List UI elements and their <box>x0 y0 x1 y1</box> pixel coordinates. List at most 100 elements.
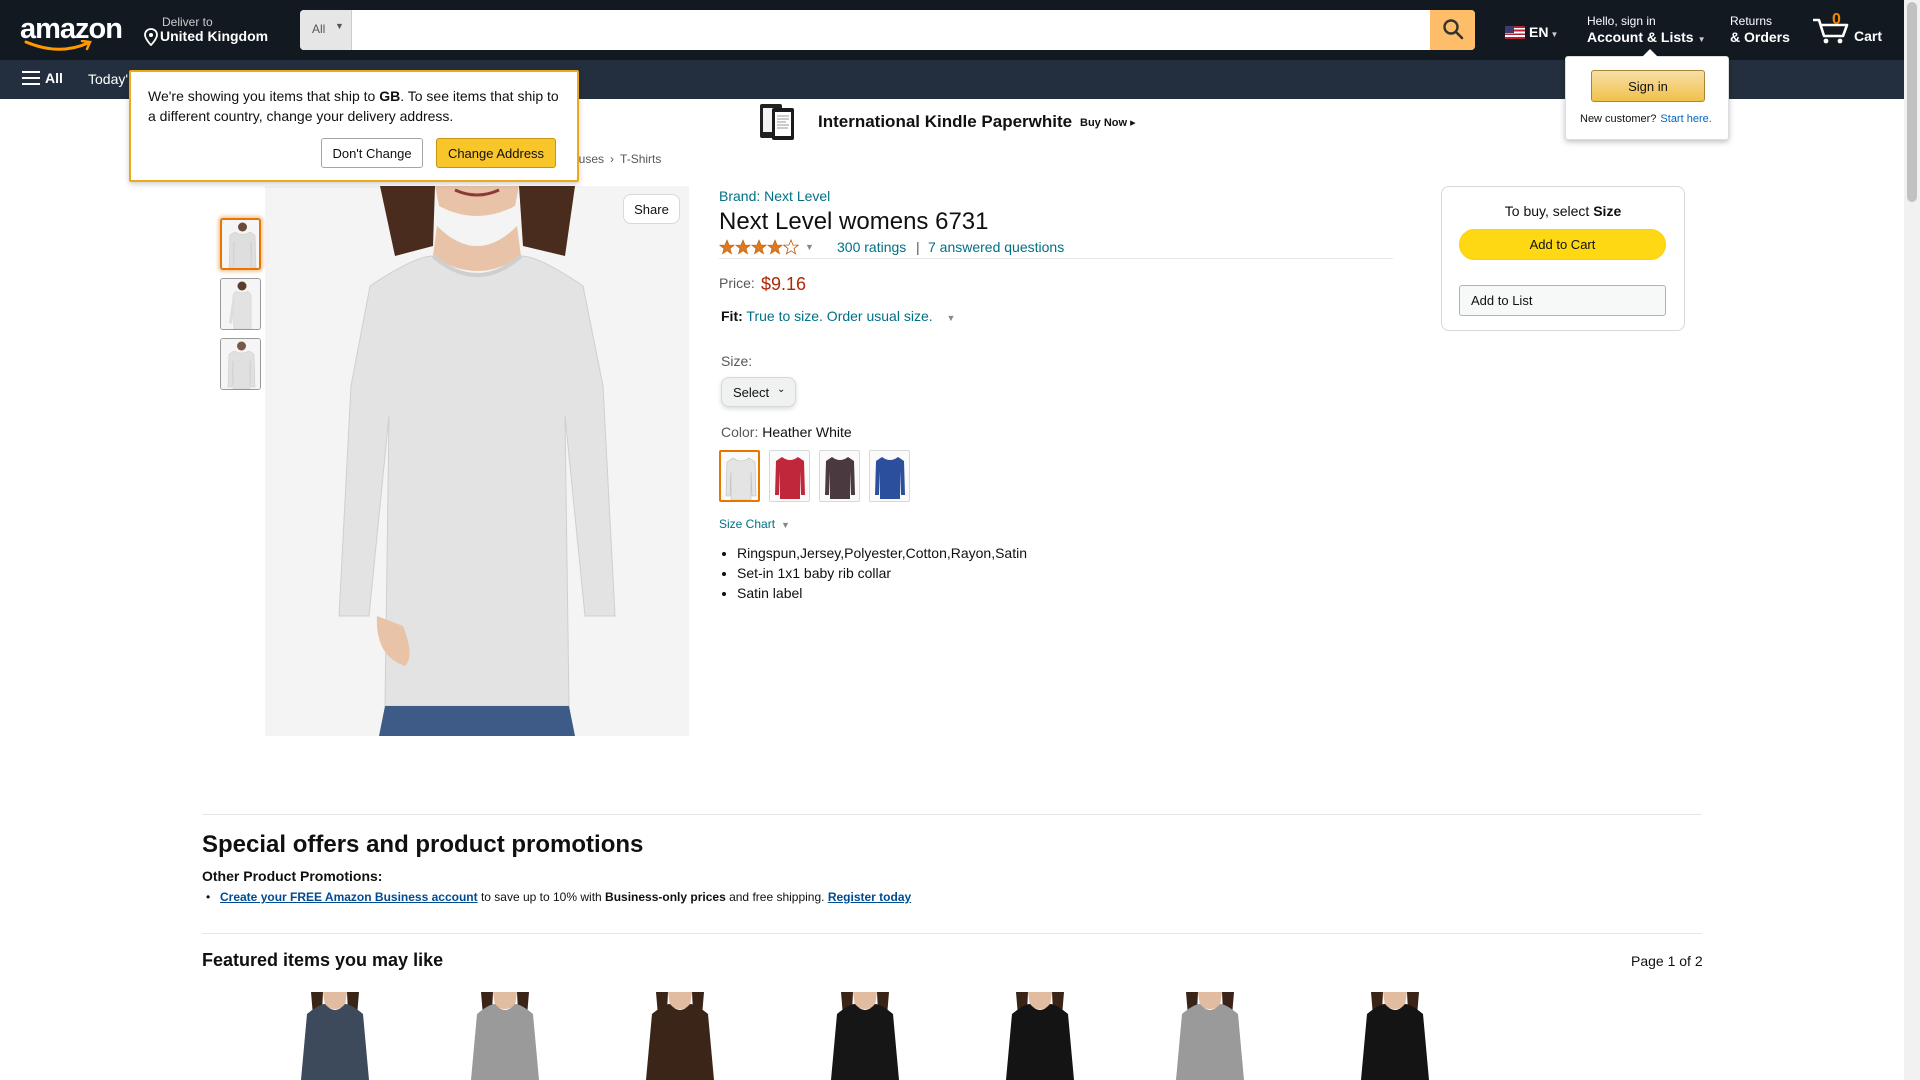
shirt-image <box>831 992 899 1080</box>
buybox-header-prefix: To buy, select <box>1504 203 1594 219</box>
shirt-image <box>301 992 369 1080</box>
ratings-count-link[interactable]: 300 ratings <box>837 239 906 255</box>
new-customer-label: New customer? <box>1580 113 1657 125</box>
register-today-link[interactable]: Register today <box>828 890 911 904</box>
buybox-header-bold: Size <box>1593 203 1622 219</box>
breadcrumb-item-tshirts[interactable]: T-Shirts <box>620 152 661 166</box>
shirt-image <box>870 451 909 501</box>
product-thumbnail[interactable] <box>220 338 261 390</box>
location-pin-icon <box>144 28 158 46</box>
search-category-dropdown[interactable]: All ▼ <box>300 10 352 50</box>
deliver-small-label: Deliver to <box>162 15 213 29</box>
size-chart-label: Size Chart <box>719 517 776 531</box>
search-button[interactable] <box>1430 10 1475 50</box>
deliver-country: United Kingdom <box>160 28 269 44</box>
dont-change-button[interactable]: Don't Change <box>321 138 423 168</box>
star-rating-icon[interactable] <box>719 239 799 255</box>
account-greeting: Hello, sign in <box>1587 14 1656 28</box>
bullet-icon: • <box>206 890 211 904</box>
kindle-banner-title: International Kindle Paperwhite <box>818 112 1073 131</box>
share-button[interactable]: Share <box>623 194 680 224</box>
kindle-buy-now[interactable]: Buy Now ▸ <box>1080 116 1136 129</box>
featured-item[interactable] <box>630 992 730 1080</box>
product-thumbnail[interactable] <box>220 218 261 270</box>
orders-label: & Orders <box>1730 29 1790 45</box>
shirt-image <box>646 992 714 1080</box>
deliver-to[interactable]: Deliver to United Kingdom <box>140 14 280 48</box>
product-thumbnail[interactable] <box>220 278 261 330</box>
shirt-image <box>221 339 260 389</box>
new-customer-row: New customer? Start here. <box>1580 113 1712 125</box>
shirt-image <box>1006 992 1074 1080</box>
ship-country-code: GB <box>379 88 401 104</box>
breadcrumb: ouses › T-Shirts <box>572 152 661 166</box>
promo-text: to save up to 10% with <box>477 890 606 904</box>
featured-item[interactable] <box>455 992 555 1080</box>
rating-separator: | <box>916 239 920 255</box>
featured-item[interactable] <box>285 992 385 1080</box>
ship-msg-before: We're showing you items that ship to <box>148 88 380 104</box>
search-input[interactable] <box>352 10 1430 50</box>
all-menu-label: All <box>45 70 63 86</box>
popover-arrow <box>1642 49 1658 57</box>
shirt-image <box>721 452 758 500</box>
all-menu-button[interactable]: All <box>22 70 63 86</box>
start-here-link[interactable]: Start here. <box>1660 113 1711 125</box>
kindle-banner[interactable]: International Kindle Paperwhite Buy Now … <box>758 100 1158 144</box>
chevron-down-icon[interactable]: ▼ <box>805 242 814 252</box>
fit-info[interactable]: Fit: True to size. Order usual size. ▼ <box>721 308 955 324</box>
color-swatch-royal-blue[interactable] <box>869 450 910 502</box>
size-chart-link[interactable]: Size Chart ▼ <box>719 517 790 531</box>
featured-item[interactable] <box>1345 992 1445 1080</box>
us-flag-icon <box>1505 26 1525 39</box>
color-swatch-dark-brown[interactable] <box>819 450 860 502</box>
cart-label: Cart <box>1854 28 1883 44</box>
promo-bold-text: Business-only prices <box>605 890 726 904</box>
color-swatch-red[interactable] <box>769 450 810 502</box>
color-swatch-heather-white[interactable] <box>719 450 760 502</box>
feature-bullet: Satin label <box>737 583 1027 603</box>
brand-link[interactable]: Brand: Next Level <box>719 188 830 204</box>
featured-item[interactable] <box>1160 992 1260 1080</box>
answered-questions-link[interactable]: 7 answered questions <box>928 239 1064 255</box>
todays-deals-link[interactable]: Today' <box>88 71 128 87</box>
main-product-image[interactable] <box>265 186 689 736</box>
breadcrumb-separator: › <box>610 152 615 166</box>
shirt-image <box>1176 992 1244 1080</box>
fit-value[interactable]: True to size. Order usual size. <box>746 308 932 324</box>
chevron-down-icon: ▼ <box>946 313 956 323</box>
divider <box>202 814 1702 815</box>
ship-to-popover: We're showing you items that ship to GB.… <box>129 70 579 182</box>
language-label: EN <box>1529 24 1549 40</box>
add-to-cart-button[interactable]: Add to Cart <box>1459 229 1666 260</box>
featured-item[interactable] <box>815 992 915 1080</box>
scrollbar-thumb[interactable] <box>1907 2 1917 202</box>
shirt-image <box>1361 992 1429 1080</box>
shirt-image <box>770 451 809 501</box>
shirt-image <box>820 451 859 501</box>
account-lists[interactable]: Hello, sign in Account & Lists ▼ <box>1587 14 1706 45</box>
change-address-button[interactable]: Change Address <box>436 138 556 168</box>
add-to-list-button[interactable]: Add to List <box>1459 285 1666 316</box>
ship-to-message: We're showing you items that ship to GB.… <box>148 86 568 126</box>
size-dropdown[interactable]: Select ⌄ <box>721 377 796 407</box>
amazon-logo[interactable]: amazon <box>20 14 123 51</box>
returns-orders[interactable]: Returns & Orders <box>1730 14 1790 45</box>
chevron-down-icon: ⌄ <box>777 384 786 395</box>
color-label: Color: Heather White <box>721 424 852 440</box>
buy-box: To buy, select Size Add to Cart Add to L… <box>1441 186 1685 331</box>
sign-in-button[interactable]: Sign in <box>1591 70 1705 102</box>
cart-button[interactable]: 0 Cart <box>1812 10 1892 50</box>
search-category-label: All <box>312 22 326 36</box>
business-account-link[interactable]: Create your FREE Amazon Business account <box>220 890 478 904</box>
featured-item[interactable] <box>990 992 1090 1080</box>
shirt-image <box>265 186 689 736</box>
price-value: $9.16 <box>761 274 807 294</box>
color-value: Heather White <box>762 424 852 440</box>
promotions-subheading: Other Product Promotions: <box>202 868 383 884</box>
buybox-header: To buy, select Size <box>1442 203 1684 219</box>
color-label-key: Color: <box>721 424 763 440</box>
language-selector[interactable]: EN ▼ <box>1505 24 1558 40</box>
divider <box>719 258 1393 259</box>
feature-bullet: Ringspun,Jersey,Polyester,Cotton,Rayon,S… <box>737 543 1027 563</box>
